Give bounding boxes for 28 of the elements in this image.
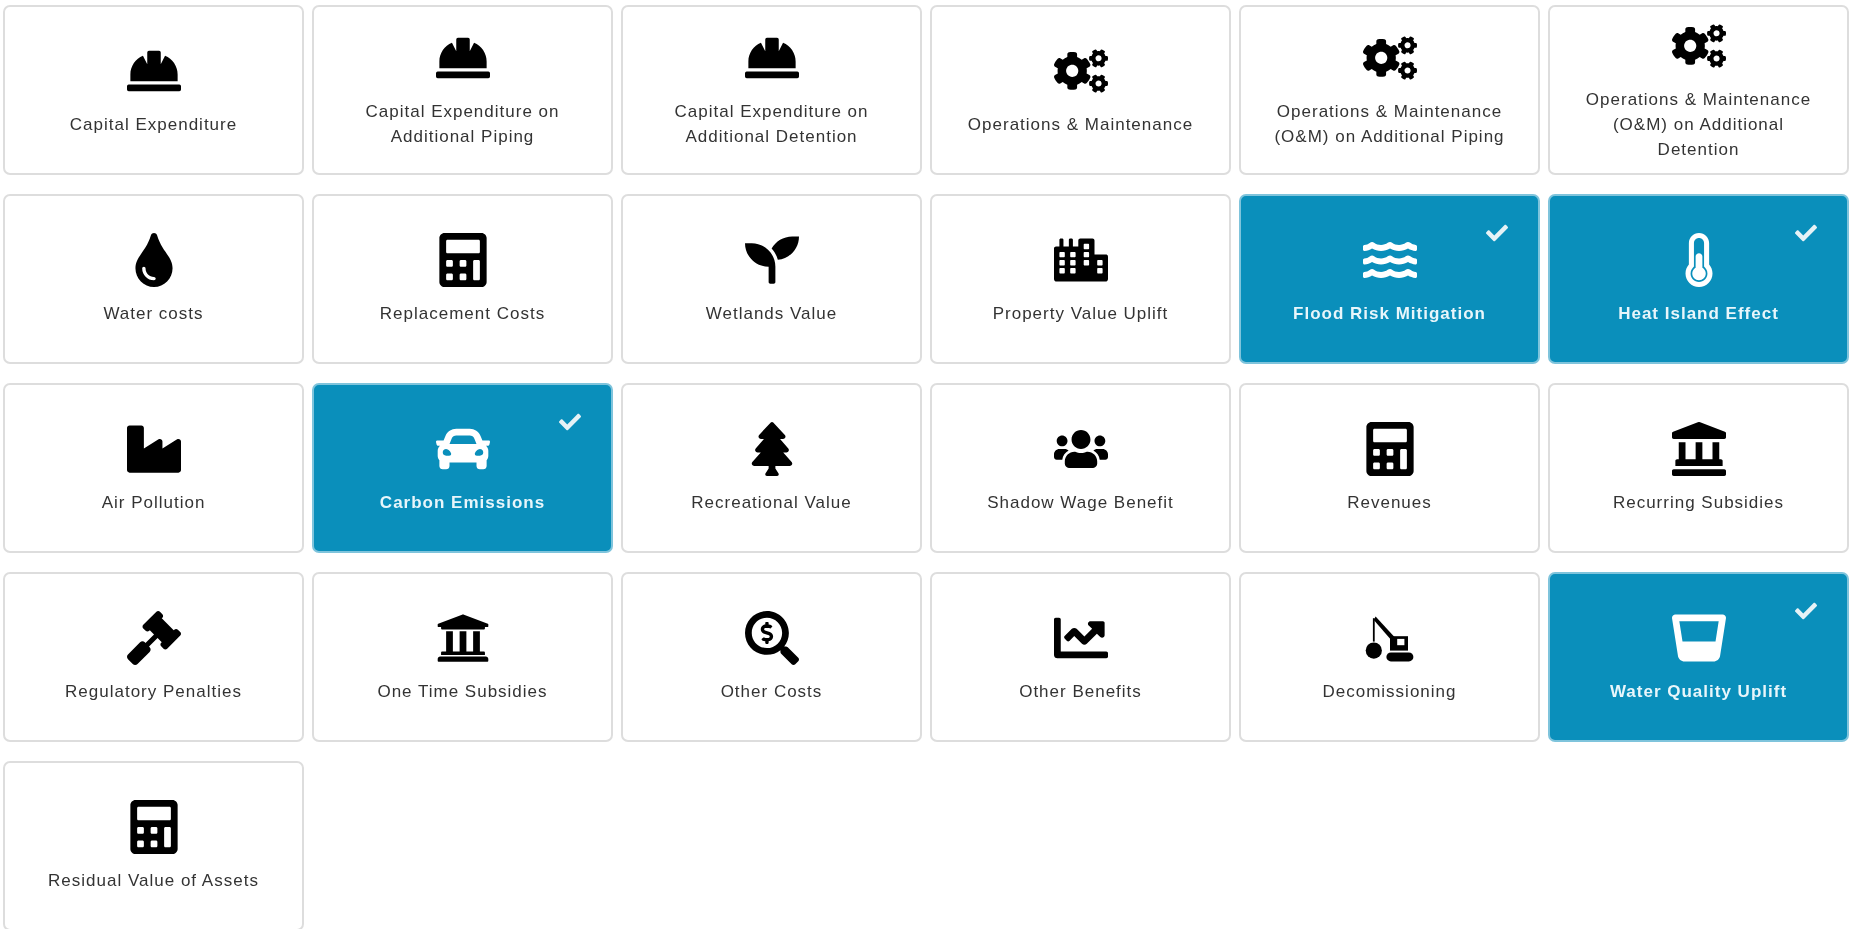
- category-tile[interactable]: Revenues: [1239, 383, 1540, 553]
- gavel-icon: [126, 610, 181, 665]
- category-tile[interactable]: Operations & Maintenance: [930, 5, 1231, 175]
- category-tile[interactable]: Operations & Maintenance (O&M) on Additional Piping: [1239, 5, 1540, 175]
- category-tile[interactable]: Capital Expenditure on Additional Detention: [621, 5, 922, 175]
- category-tile[interactable]: Other Benefits: [930, 572, 1231, 742]
- category-tile[interactable]: Other Costs: [621, 572, 922, 742]
- category-tile[interactable]: Wetlands Value: [621, 194, 922, 364]
- category-tile[interactable]: Operations & Maintenance (O&M) on Additional Detention: [1548, 5, 1849, 175]
- category-tile[interactable]: Decomissioning: [1239, 572, 1540, 742]
- category-tile[interactable]: Capital Expenditure: [3, 5, 304, 175]
- landmark-icon: [1671, 421, 1726, 476]
- category-tile[interactable]: Air Pollution: [3, 383, 304, 553]
- check-icon: [1795, 222, 1817, 244]
- category-tile[interactable]: One Time Subsidies: [312, 572, 613, 742]
- category-tile[interactable]: Recreational Value: [621, 383, 922, 553]
- category-tile[interactable]: Replacement Costs: [312, 194, 613, 364]
- search-dollar-icon: [744, 610, 799, 665]
- category-tile[interactable]: Residual Value of Assets: [3, 761, 304, 929]
- category-tile[interactable]: Recurring Subsidies: [1548, 383, 1849, 553]
- check-icon: [1795, 600, 1817, 622]
- check-icon: [559, 411, 581, 433]
- category-tile[interactable]: Shadow Wage Benefit: [930, 383, 1231, 553]
- category-tile[interactable]: Property Value Uplift: [930, 194, 1231, 364]
- check-icon: [1486, 222, 1508, 244]
- category-tile[interactable]: Regulatory Penalties: [3, 572, 304, 742]
- category-tile[interactable]: Water costs: [3, 194, 304, 364]
- category-tile[interactable]: Capital Expenditure on Additional Piping: [312, 5, 613, 175]
